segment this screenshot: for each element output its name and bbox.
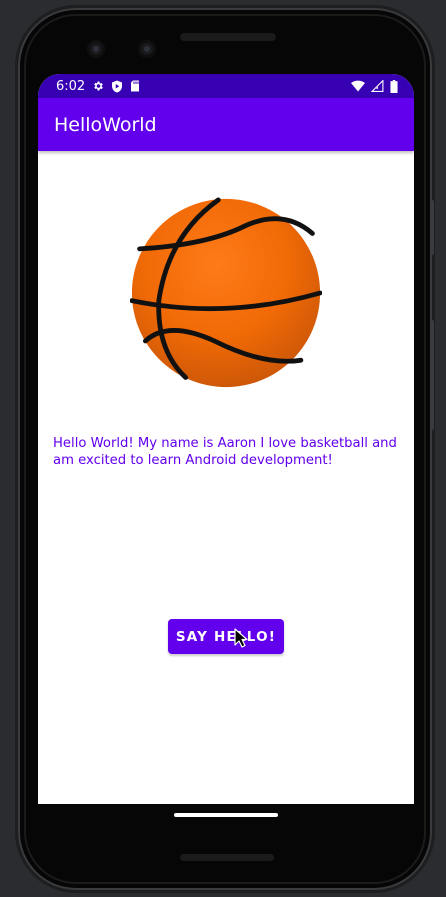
front-camera-right (138, 40, 156, 58)
shield-play-icon (112, 80, 123, 92)
cellular-signal-icon (371, 80, 384, 92)
gesture-nav-bar[interactable] (174, 813, 278, 817)
battery-icon (390, 79, 398, 93)
main-content: Hello World! My name is Aaron I love bas… (38, 151, 414, 804)
gear-icon (94, 81, 104, 91)
front-camera-left (87, 40, 105, 58)
say-hello-button[interactable]: SAY HELLO! (168, 619, 284, 654)
mouse-pointer-icon (234, 628, 248, 648)
greeting-text: Hello World! My name is Aaron I love bas… (53, 436, 397, 468)
status-bar: 6:02 (38, 74, 414, 98)
app-title: HelloWorld (54, 113, 157, 136)
volume-button (430, 200, 434, 255)
status-time: 6:02 (56, 78, 86, 94)
earpiece-speaker (180, 33, 276, 41)
bottom-speaker (180, 854, 274, 861)
power-button (430, 320, 434, 430)
device-screen: 6:02 HelloWorld Hello World! My name is … (38, 74, 414, 804)
sdcard-icon (131, 80, 140, 92)
app-bar: HelloWorld (38, 98, 414, 151)
basketball-image (130, 197, 322, 388)
wifi-icon (351, 80, 365, 92)
